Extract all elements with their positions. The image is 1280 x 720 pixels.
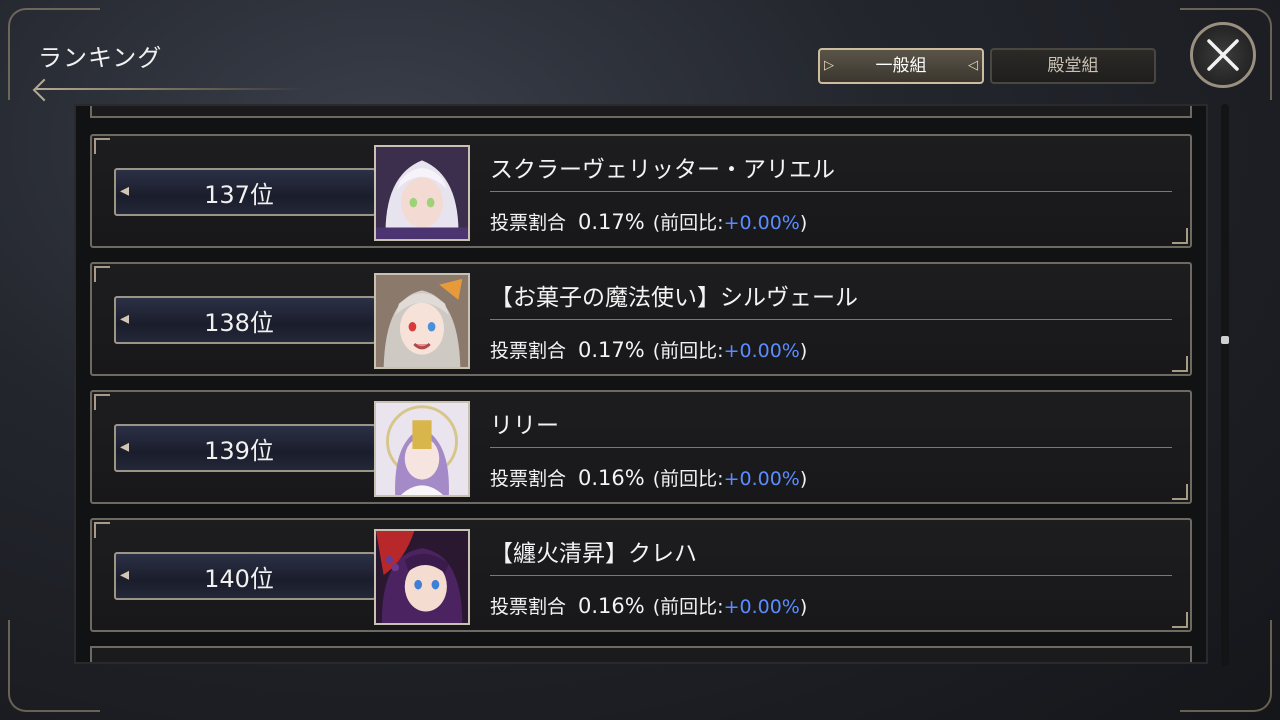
rank-plate: 138位 bbox=[114, 296, 376, 344]
vote-label: 投票割合 bbox=[490, 340, 567, 362]
rank-plate: 140位 bbox=[114, 552, 376, 600]
list-item-partial bbox=[90, 646, 1192, 662]
row-divider bbox=[490, 319, 1172, 320]
vote-label: 投票割合 bbox=[490, 212, 567, 234]
title-divider bbox=[36, 88, 306, 90]
character-portrait[interactable] bbox=[374, 273, 470, 369]
vote-percent: 0.16% bbox=[578, 466, 645, 490]
prev-delta: +0.00% bbox=[723, 596, 800, 618]
prev-delta: +0.00% bbox=[723, 212, 800, 234]
vote-stats: 投票割合 0.17% (前回比:+0.00%) bbox=[490, 336, 807, 363]
prev-prefix: (前回比: bbox=[652, 212, 724, 234]
prev-prefix: (前回比: bbox=[652, 468, 724, 490]
prev-suffix: ) bbox=[799, 468, 808, 490]
close-icon bbox=[1207, 39, 1239, 71]
vote-stats: 投票割合 0.16% (前回比:+0.00%) bbox=[490, 464, 807, 491]
rank-label: 137位 bbox=[204, 180, 274, 209]
character-name: リリー bbox=[490, 413, 559, 439]
character-name: スクラーヴェリッター・アリエル bbox=[490, 157, 835, 183]
page-title: ランキング bbox=[38, 44, 163, 72]
rank-plate: 137位 bbox=[114, 168, 376, 216]
character-portrait-image bbox=[376, 275, 468, 367]
vote-stats: 投票割合 0.16% (前回比:+0.00%) bbox=[490, 592, 807, 619]
row-divider bbox=[490, 447, 1172, 448]
prev-prefix: (前回比: bbox=[652, 596, 724, 618]
rank-label: 139位 bbox=[204, 436, 274, 465]
close-button[interactable] bbox=[1190, 22, 1256, 88]
ranking-row[interactable]: 138位 【お菓子の魔法使い】シルヴェール 投票割合 0.17% (前回比:+0.0… bbox=[90, 262, 1192, 376]
rank-plate: 139位 bbox=[114, 424, 376, 472]
rank-label: 140位 bbox=[204, 564, 274, 593]
character-portrait[interactable] bbox=[374, 529, 470, 625]
list-item-partial bbox=[90, 106, 1192, 118]
ranking-row[interactable]: 139位 リリー 投票割合 0.16% (前回比:+0.00%) bbox=[90, 390, 1192, 504]
ranking-row[interactable]: 140位 【纏火清昇】クレハ 投票割合 0.16% (前回比:+0.00%) bbox=[90, 518, 1192, 632]
rank-label: 138位 bbox=[204, 308, 274, 337]
character-name: 【纏火清昇】クレハ bbox=[490, 541, 697, 567]
scrollbar-thumb[interactable] bbox=[1221, 336, 1229, 344]
tab-hall-of-fame[interactable]: 殿堂組 bbox=[990, 48, 1156, 84]
prev-prefix: (前回比: bbox=[652, 340, 724, 362]
vote-label: 投票割合 bbox=[490, 596, 567, 618]
character-portrait[interactable] bbox=[374, 401, 470, 497]
vote-percent: 0.17% bbox=[578, 210, 645, 234]
character-name: 【お菓子の魔法使い】シルヴェール bbox=[490, 285, 858, 311]
character-portrait-image bbox=[376, 147, 468, 239]
vote-percent: 0.17% bbox=[578, 338, 645, 362]
prev-delta: +0.00% bbox=[723, 468, 800, 490]
prev-suffix: ) bbox=[799, 340, 808, 362]
prev-delta: +0.00% bbox=[723, 340, 800, 362]
character-portrait[interactable] bbox=[374, 145, 470, 241]
list-scrollbar[interactable] bbox=[1221, 104, 1229, 666]
character-portrait-image bbox=[376, 531, 468, 623]
vote-percent: 0.16% bbox=[578, 594, 645, 618]
prev-suffix: ) bbox=[799, 212, 808, 234]
vote-label: 投票割合 bbox=[490, 468, 567, 490]
ranking-row[interactable]: 137位 スクラーヴェリッター・アリエル 投票割合 0.17% (前回比:+0.00… bbox=[90, 134, 1192, 248]
row-divider bbox=[490, 575, 1172, 576]
ranking-list[interactable]: 137位 スクラーヴェリッター・アリエル 投票割合0.17%(前回比:+0.00… bbox=[74, 104, 1208, 664]
row-divider bbox=[490, 191, 1172, 192]
tab-general[interactable]: 一般組 bbox=[818, 48, 984, 84]
vote-stats: 投票割合 0.17% (前回比:+0.00%) bbox=[490, 208, 807, 235]
character-portrait-image bbox=[376, 403, 468, 495]
prev-suffix: ) bbox=[799, 596, 808, 618]
